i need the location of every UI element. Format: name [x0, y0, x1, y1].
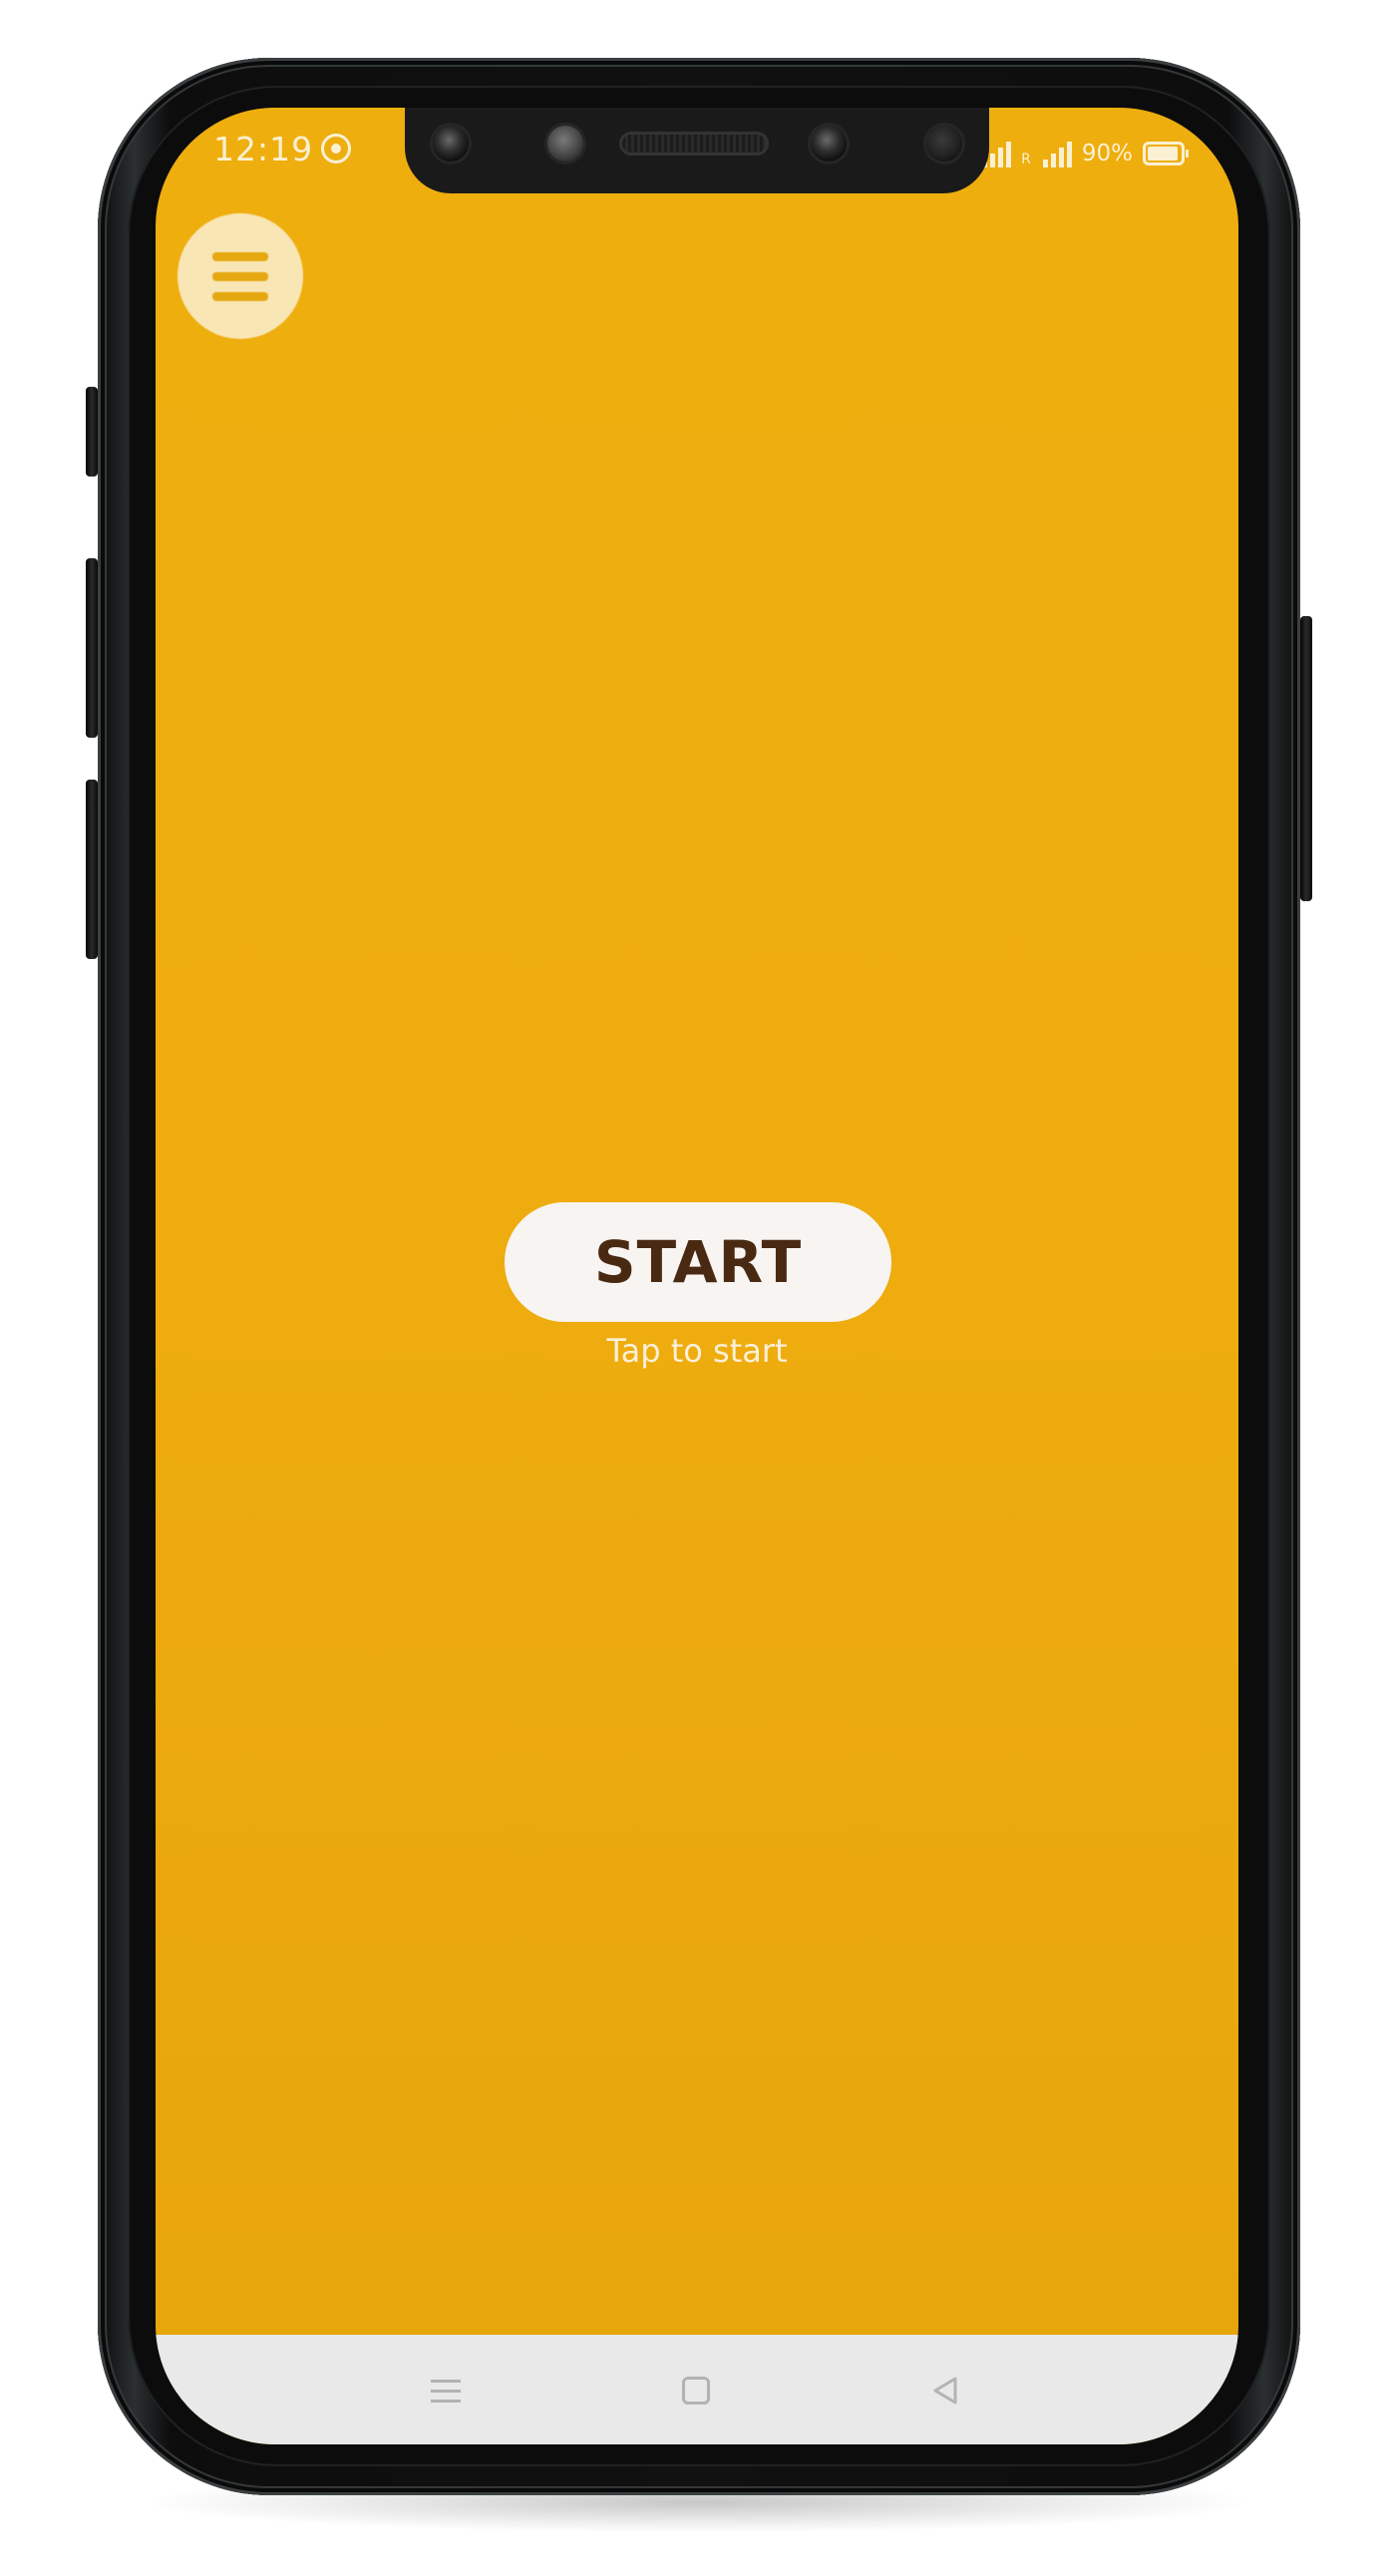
power-button [1300, 616, 1312, 901]
start-button[interactable]: START [505, 1202, 891, 1322]
back-icon[interactable] [923, 2371, 967, 2411]
volume-down-button [86, 780, 98, 959]
start-hint: Tap to start [606, 1332, 788, 1370]
screen: 12:19 R 90% START Tap to start [156, 108, 1238, 2444]
phone-side-button [86, 387, 98, 477]
menu-bar [212, 251, 268, 261]
menu-bar [212, 271, 268, 281]
menu-bar [212, 291, 268, 301]
hamburger-menu-icon[interactable] [177, 213, 303, 339]
battery-percent: 90% [1081, 141, 1133, 166]
battery-icon [1143, 142, 1189, 165]
camera-lens-icon [433, 126, 469, 161]
whatsapp-icon [321, 134, 351, 163]
home-icon[interactable] [674, 2371, 718, 2411]
recent-apps-icon[interactable] [424, 2371, 468, 2411]
camera-lens-icon [811, 126, 847, 161]
signal-roaming-label: R [1021, 152, 1031, 167]
status-icons: R 90% [982, 134, 1189, 167]
navigation-bar [156, 2335, 1238, 2444]
camera-notch [405, 108, 989, 193]
earpiece-speaker [619, 132, 769, 156]
status-time: 12:19 [213, 130, 314, 168]
volume-up-button [86, 558, 98, 738]
proximity-sensor-icon [926, 126, 962, 161]
sensor-icon [547, 126, 583, 161]
phone-mockup: 12:19 R 90% START Tap to start [0, 0, 1392, 2576]
signal-roaming-icon [1042, 140, 1072, 167]
